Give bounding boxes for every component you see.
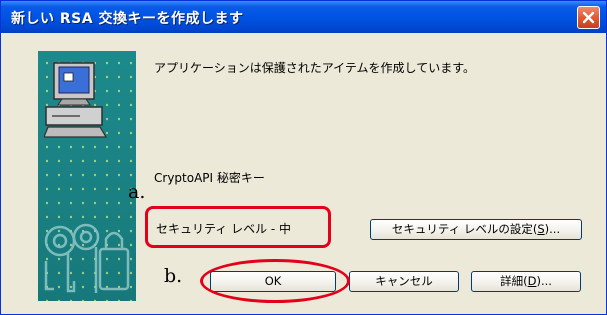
key-name-label: CryptoAPI 秘密キー (154, 171, 265, 185)
computer-icon (44, 62, 108, 138)
security-level-highlight (145, 206, 331, 248)
set-security-level-label: セキュリティ レベルの設定( (391, 222, 538, 236)
ok-button-highlight (200, 259, 350, 303)
annotation-a: a. (128, 181, 146, 203)
annotation-b: b. (164, 265, 183, 287)
set-security-level-suffix: )... (544, 222, 561, 236)
key-lock-icon (44, 223, 130, 293)
dialog-window: 新しい RSA 交換キーを作成します アプリケーションは保護されたアイテムを作成… (0, 0, 607, 315)
security-illustration (38, 51, 136, 301)
set-security-level-mnemonic: S (537, 222, 545, 236)
window-title: 新しい RSA 交換キーを作成します (11, 11, 244, 27)
details-suffix: )... (536, 274, 552, 288)
close-icon (582, 11, 595, 24)
message-text: アプリケーションは保護されたアイテムを作成しています。 (154, 61, 476, 75)
set-security-level-button[interactable]: セキュリティ レベルの設定(S)... (370, 219, 582, 240)
close-button[interactable] (577, 6, 600, 29)
title-bar[interactable]: 新しい RSA 交換キーを作成します (1, 1, 606, 33)
cancel-button[interactable]: キャンセル (349, 271, 459, 292)
details-button[interactable]: 詳細(D)... (471, 271, 581, 292)
details-label: 詳細( (500, 274, 528, 288)
dialog-content: アプリケーションは保護されたアイテムを作成しています。 CryptoAPI 秘密… (4, 33, 603, 311)
